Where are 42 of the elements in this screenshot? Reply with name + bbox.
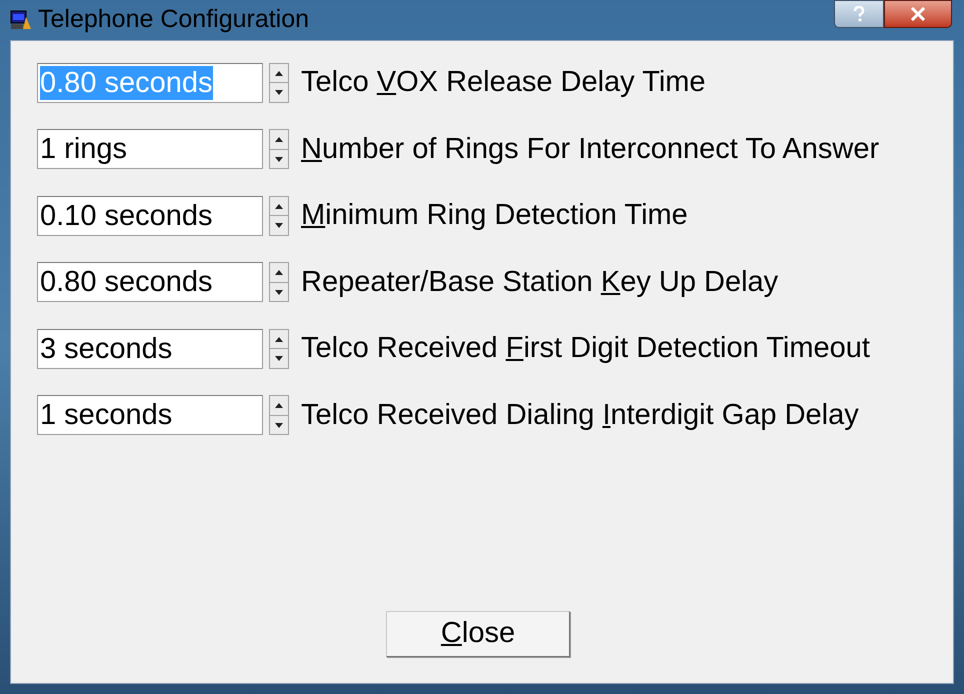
up-arrow-icon: [275, 336, 283, 342]
setting-label: Telco VOX Release Delay Time: [301, 65, 706, 100]
down-arrow-icon: [275, 156, 283, 162]
setting-label: Telco Received Dialing Interdigit Gap Delay: [301, 398, 859, 432]
help-icon: [853, 6, 865, 22]
setting-label: Repeater/Base Station Key Up Delay: [301, 264, 778, 300]
up-arrow-icon: [275, 204, 283, 208]
value-field[interactable]: 3 seconds: [37, 328, 263, 369]
value-field[interactable]: 0.80 seconds: [37, 262, 263, 302]
value-field[interactable]: 1 seconds: [37, 395, 263, 436]
up-arrow-icon: [275, 403, 283, 408]
spin-buttons[interactable]: [269, 328, 289, 369]
close-icon: [910, 7, 926, 21]
field-value: 1 seconds: [40, 398, 172, 432]
down-arrow-icon: [275, 223, 283, 228]
up-arrow-icon: [275, 270, 283, 275]
field-value: 0.80 seconds: [40, 66, 213, 100]
close-window-button[interactable]: [884, 0, 952, 28]
spin-buttons[interactable]: [269, 196, 289, 236]
down-arrow-icon: [275, 356, 283, 361]
field-value: 0.80 seconds: [40, 265, 213, 300]
value-field[interactable]: 1 rings: [37, 129, 263, 170]
setting-label: Minimum Ring Detection Time: [301, 198, 688, 233]
up-arrow-icon: [275, 70, 283, 76]
down-arrow-icon: [275, 90, 283, 95]
help-button[interactable]: [834, 0, 884, 28]
down-arrow-icon: [275, 422, 283, 428]
setting-label: Telco Received First Digit Detection Timeout: [301, 331, 870, 366]
field-value: 0.10 seconds: [40, 198, 213, 233]
spin-buttons[interactable]: [269, 62, 289, 103]
spin-buttons[interactable]: [269, 129, 289, 170]
setting-label: Number of Rings For Interconnect To Answer: [301, 132, 880, 166]
field-value: 1 rings: [40, 132, 128, 166]
value-field[interactable]: 0.10 seconds: [37, 196, 263, 236]
spin-buttons[interactable]: [269, 262, 289, 302]
down-arrow-icon: [275, 290, 283, 294]
window-title: Telephone Configuration: [38, 4, 310, 36]
close-button[interactable]: Close: [386, 611, 570, 657]
spin-buttons[interactable]: [269, 395, 289, 436]
field-value: 3 seconds: [40, 332, 172, 366]
app-icon: [10, 9, 32, 31]
up-arrow-icon: [275, 137, 283, 142]
